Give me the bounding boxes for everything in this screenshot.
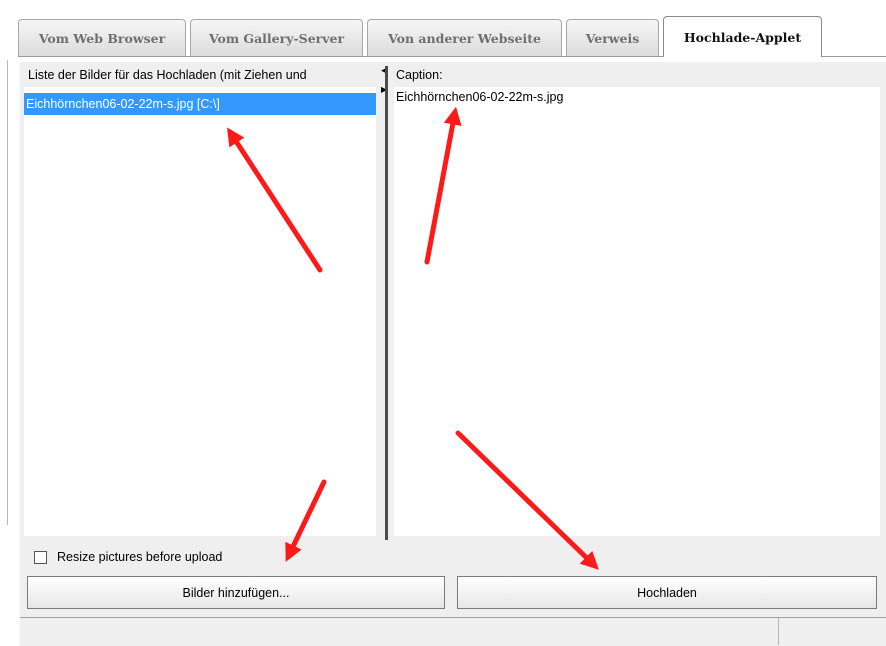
caption-value: Eichhörnchen06-02-22m-s.jpg (396, 90, 564, 104)
tab-vom-web-browser[interactable]: Vom Web Browser (18, 19, 186, 56)
tab-bar: Vom Web Browser Vom Gallery-Server Von a… (0, 0, 886, 60)
tab-vom-gallery-server[interactable]: Vom Gallery-Server (190, 19, 363, 56)
split-pane-divider[interactable] (385, 66, 388, 540)
status-bar (20, 617, 886, 646)
upload-button[interactable]: Hochladen (457, 576, 877, 609)
file-list[interactable] (24, 87, 376, 536)
file-list-item-selected[interactable]: Eichhörnchen06-02-22m-s.jpg [C:\] (24, 93, 376, 115)
resize-checkbox-label: Resize pictures before upload (57, 550, 223, 564)
tab-von-anderer-webseite[interactable]: Von anderer Webseite (367, 19, 562, 56)
tab-hochlade-applet[interactable]: Hochlade-Applet (663, 16, 822, 57)
caption-field[interactable]: Eichhörnchen06-02-22m-s.jpg (394, 87, 880, 536)
file-list-header: Liste der Bilder für das Hochladen (mit … (28, 68, 307, 82)
resize-checkbox[interactable] (34, 551, 47, 564)
add-pictures-button[interactable]: Bilder hinzufügen... (27, 576, 445, 609)
tab-verweis[interactable]: Verweis (566, 19, 659, 56)
status-text (20, 618, 779, 645)
caption-label: Caption: (396, 68, 443, 82)
left-rule (7, 60, 8, 525)
